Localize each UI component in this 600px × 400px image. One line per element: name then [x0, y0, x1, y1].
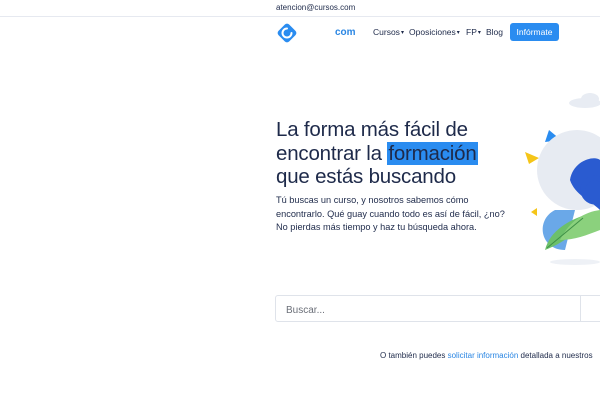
info-note-text: O también puedes — [380, 351, 448, 360]
logo-icon[interactable] — [276, 22, 298, 44]
hero-title: La forma más fácil de encontrar la forma… — [276, 118, 536, 189]
nav-item-fp[interactable]: FP ▾ — [466, 27, 481, 37]
hero-title-text: encontrar la — [276, 141, 388, 165]
hero-title-line: La forma más fácil de — [276, 118, 468, 141]
informate-button[interactable]: Infórmate — [510, 23, 559, 41]
chevron-down-icon: ▾ — [400, 29, 404, 36]
brand-name[interactable]: com — [335, 27, 356, 38]
hero-subtitle: Tú buscas un curso, y nosotros sabemos c… — [276, 195, 505, 232]
nav-item-label: FP — [466, 27, 477, 37]
nav-item-oposiciones[interactable]: Oposiciones ▾ — [409, 27, 460, 37]
search-input[interactable] — [284, 302, 568, 318]
info-note-text: detallada a nuestros — [518, 351, 593, 360]
hero-title-line: que estás buscando — [276, 165, 456, 188]
hero-title-line: encontrar la formación — [276, 141, 536, 166]
search-box — [275, 295, 600, 322]
top-bar: atencion@cursos.com — [0, 0, 600, 17]
nav-item-cursos[interactable]: Cursos ▾ — [373, 27, 404, 37]
chevron-down-icon: ▾ — [456, 29, 460, 36]
hero-title-highlight: formación — [387, 141, 478, 165]
info-note: O también puedes solicitar información d… — [380, 351, 593, 360]
search-divider — [580, 296, 581, 321]
nav-item-label: Oposiciones — [409, 27, 456, 37]
nav-item-label: Blog — [486, 27, 504, 37]
nav-item-blog[interactable]: Blog — [486, 27, 503, 37]
request-info-link[interactable]: solicitar información — [448, 351, 519, 360]
hero-illustration — [525, 93, 600, 265]
nav-item-label: Cursos — [373, 27, 400, 37]
chevron-down-icon: ▾ — [477, 29, 481, 36]
contact-email[interactable]: atencion@cursos.com — [276, 3, 355, 12]
